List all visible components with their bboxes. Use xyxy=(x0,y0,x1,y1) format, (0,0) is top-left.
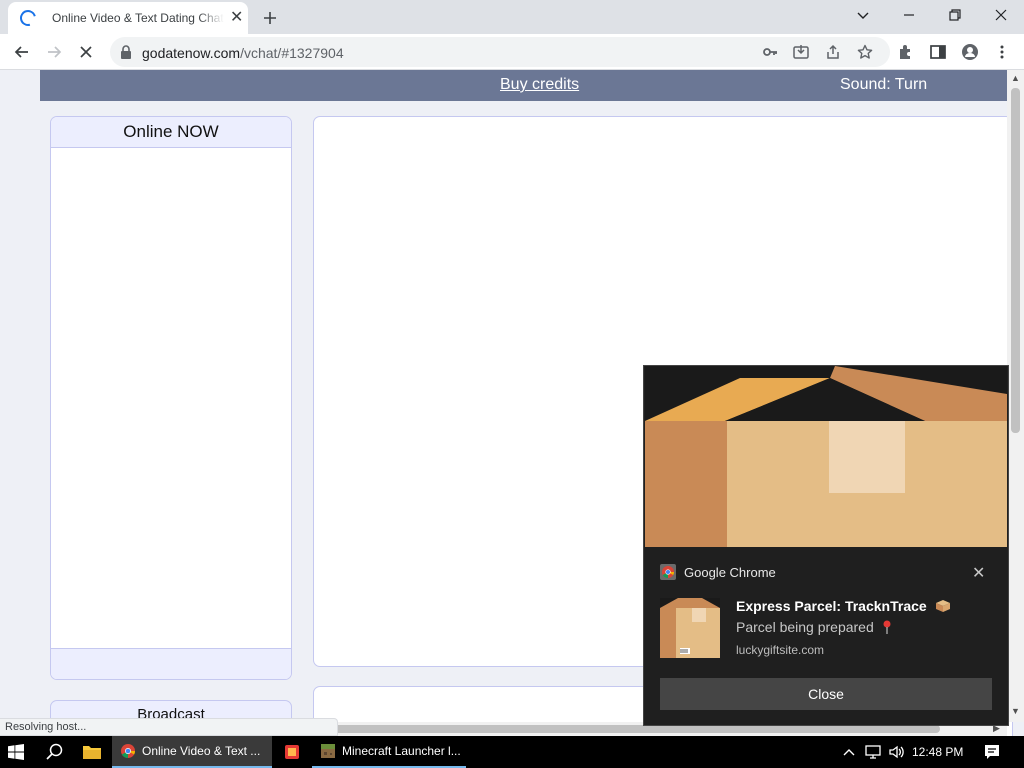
pin-icon xyxy=(883,620,891,634)
search-icon[interactable] xyxy=(46,743,64,761)
key-icon xyxy=(763,48,777,56)
address-bar[interactable]: godatenow.com/vchat/#1327904 xyxy=(110,37,890,67)
share-button[interactable] xyxy=(822,41,844,63)
notification-body: Parcel being prepared xyxy=(736,619,892,635)
star-icon xyxy=(857,44,873,59)
notification-app-name: Google Chrome xyxy=(684,564,776,580)
back-arrow-icon xyxy=(14,46,28,58)
more-vert-icon xyxy=(1000,45,1004,59)
vertical-scrollbar[interactable]: ▲ ▼ xyxy=(1007,70,1024,722)
tab-title: Online Video & Text Dating Chat xyxy=(52,11,224,25)
stop-icon xyxy=(80,46,92,58)
buy-credits-link[interactable]: Buy credits xyxy=(500,76,579,94)
profile-button[interactable] xyxy=(956,38,984,66)
taskbar-minecraft-window[interactable]: Minecraft Launcher l... xyxy=(312,736,466,768)
folder-icon[interactable] xyxy=(82,744,102,760)
scroll-up-arrow-icon[interactable]: ▲ xyxy=(1011,73,1020,83)
parcel-box-icon xyxy=(935,600,950,612)
site-top-bar: Buy credits Sound: Turn xyxy=(40,70,1007,101)
lock-icon xyxy=(121,45,131,59)
restore-button[interactable] xyxy=(932,0,978,30)
taskbar-app-red[interactable] xyxy=(276,736,306,768)
notification-title: Express Parcel: TracknTrace xyxy=(736,598,951,614)
side-panel-button[interactable] xyxy=(924,38,952,66)
close-window-button[interactable] xyxy=(978,0,1024,30)
tab-strip: Online Video & Text Dating Chat ✕ xyxy=(0,0,1024,34)
forward-arrow-icon xyxy=(48,46,62,58)
chrome-logo-icon xyxy=(121,744,136,759)
taskbar-chrome-label: Online Video & Text ... xyxy=(142,744,261,758)
windows-start-icon[interactable] xyxy=(8,744,24,760)
menu-button[interactable] xyxy=(988,38,1016,66)
notification-close-button[interactable]: Close xyxy=(660,678,992,710)
network-icon[interactable] xyxy=(864,744,882,760)
notification-source: Google Chrome xyxy=(660,564,776,580)
windows-taskbar: Online Video & Text ... Minecraft Launch… xyxy=(0,736,1024,768)
sound-toggle[interactable]: Sound: Turn xyxy=(840,76,927,94)
url-path: /vchat/#1327904 xyxy=(240,45,344,61)
chrome-notification: Google Chrome ✕ Express Parcel: TracknTr… xyxy=(644,366,1008,725)
taskbar-chrome-window[interactable]: Online Video & Text ... xyxy=(112,736,272,768)
online-now-panel: Online NOW xyxy=(50,116,292,680)
close-icon xyxy=(995,9,1007,21)
loading-spinner-icon xyxy=(17,7,39,29)
url-host: godatenow.com xyxy=(142,45,241,61)
taskbar-minecraft-label: Minecraft Launcher l... xyxy=(342,744,461,758)
browser-toolbar: godatenow.com/vchat/#1327904 xyxy=(0,34,1024,70)
minecraft-icon xyxy=(321,744,335,758)
stop-loading-button[interactable] xyxy=(72,38,100,66)
puzzle-icon xyxy=(900,45,910,59)
online-now-footer xyxy=(51,648,291,679)
extensions-button[interactable] xyxy=(892,38,920,66)
taskbar-clock[interactable]: 12:48 PM xyxy=(912,745,963,759)
password-key-button[interactable] xyxy=(759,41,781,63)
share-icon xyxy=(827,44,839,59)
notification-center-icon[interactable] xyxy=(984,744,1000,760)
app-icon xyxy=(285,745,299,759)
minimize-icon xyxy=(904,14,914,16)
profile-icon xyxy=(962,44,978,60)
scroll-down-arrow-icon[interactable]: ▼ xyxy=(1011,706,1020,716)
new-tab-button[interactable] xyxy=(256,4,284,32)
tab-active[interactable]: Online Video & Text Dating Chat ✕ xyxy=(8,2,248,34)
notification-dismiss-icon[interactable]: ✕ xyxy=(972,563,985,583)
notification-body-text: Parcel being prepared xyxy=(736,619,874,635)
bookmark-button[interactable] xyxy=(854,41,876,63)
tab-close-icon[interactable]: ✕ xyxy=(230,10,243,26)
volume-icon[interactable] xyxy=(888,744,906,760)
chrome-logo-icon xyxy=(660,564,676,580)
notification-thumbnail xyxy=(660,598,720,658)
back-button[interactable] xyxy=(8,38,36,66)
online-now-header: Online NOW xyxy=(51,117,291,148)
plus-icon xyxy=(264,12,276,24)
chevron-down-icon xyxy=(857,12,869,19)
status-bubble: Resolving host... xyxy=(0,718,338,736)
url-text: godatenow.com/vchat/#1327904 xyxy=(142,45,344,61)
notification-title-text: Express Parcel: TracknTrace xyxy=(736,598,927,614)
install-app-button[interactable] xyxy=(790,41,812,63)
restore-icon xyxy=(949,9,961,21)
side-panel-icon xyxy=(930,45,946,59)
notification-hero-image xyxy=(645,366,1007,547)
minimize-button[interactable] xyxy=(886,0,932,30)
vertical-scroll-thumb[interactable] xyxy=(1011,88,1020,433)
install-icon xyxy=(793,45,809,59)
notification-site: luckygiftsite.com xyxy=(736,643,825,657)
chevron-up-icon[interactable] xyxy=(843,744,855,760)
parcel-box-icon xyxy=(645,366,1007,547)
tab-search-button[interactable] xyxy=(840,0,886,30)
forward-button[interactable] xyxy=(40,38,68,66)
